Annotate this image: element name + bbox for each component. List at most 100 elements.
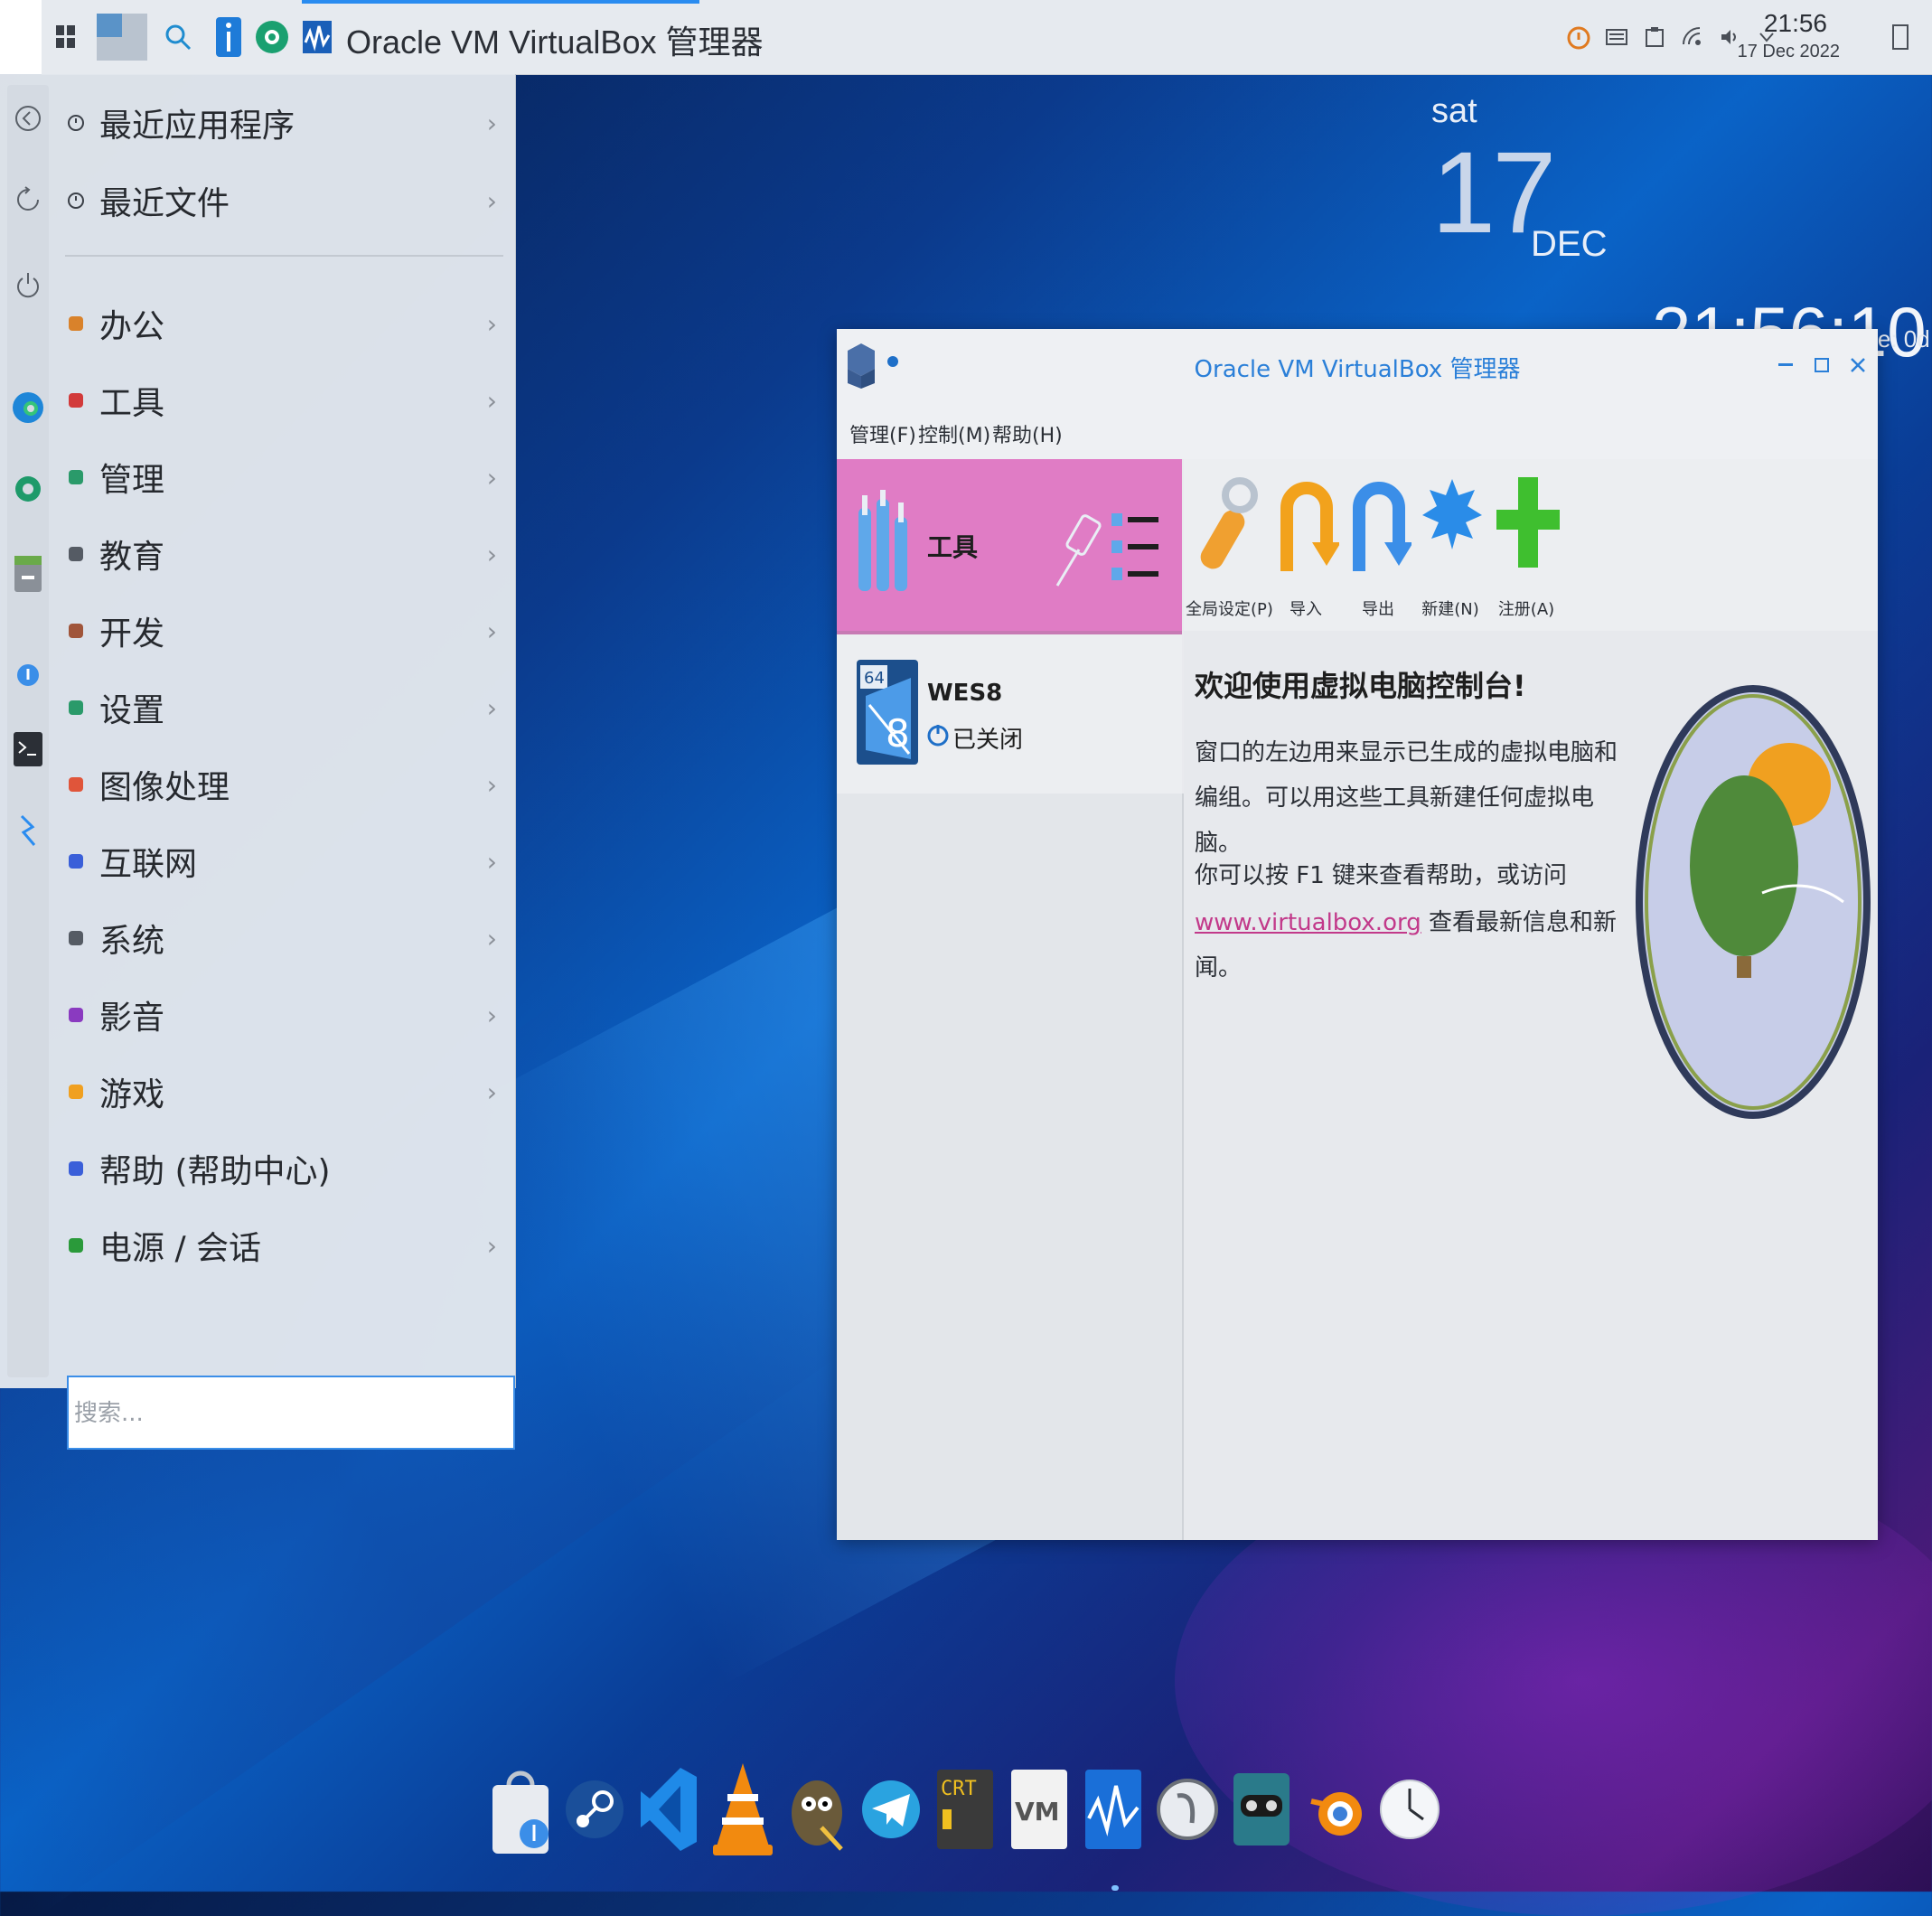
- power-icon[interactable]: [9, 266, 47, 304]
- welcome-pane: 欢迎使用虚拟电脑控制台! 窗口的左边用来显示已生成的虚拟电脑和编组。可以用这些工…: [1184, 631, 1878, 1540]
- powered-off-icon: [927, 721, 949, 754]
- menu-item-12[interactable]: 电源 / 会话 ›: [56, 1213, 508, 1278]
- clock-app-icon[interactable]: [1375, 1759, 1444, 1860]
- menu-search-field[interactable]: [67, 1376, 521, 1450]
- tools-item[interactable]: 工具: [837, 459, 1182, 634]
- vm-list-item[interactable]: 64 8 WES8 已关闭: [837, 634, 1182, 795]
- close-icon[interactable]: [1845, 352, 1871, 378]
- power-icon: [61, 1231, 90, 1260]
- menu-item-2[interactable]: 管理 ›: [56, 445, 508, 510]
- menu-item-9[interactable]: 影音 ›: [56, 982, 508, 1047]
- welcome-balloon-illustration: [1627, 685, 1871, 1119]
- menu-machine[interactable]: 控制(M): [918, 419, 990, 448]
- new-vm-button[interactable]: 新建(N): [1411, 459, 1489, 631]
- software-store-icon[interactable]: [486, 1759, 555, 1860]
- menu-item-7[interactable]: 互联网 ›: [56, 829, 508, 894]
- register-button[interactable]: 注册(A): [1487, 459, 1565, 631]
- minimize-icon[interactable]: [1773, 352, 1798, 378]
- menu-item-4[interactable]: 开发 ›: [56, 598, 508, 663]
- widget-month: DEC: [1531, 224, 1608, 264]
- menu-item-6[interactable]: 图像处理 ›: [56, 752, 508, 817]
- tools-label: 工具: [927, 532, 979, 562]
- securecrt-icon[interactable]: CRT: [931, 1759, 999, 1860]
- vm-list-empty-area[interactable]: [837, 794, 1184, 1540]
- show-desktop-icon[interactable]: [1885, 22, 1916, 52]
- terminal-icon[interactable]: [9, 730, 47, 768]
- keyboard-icon[interactable]: [1601, 22, 1632, 52]
- virtualbox-monitor-icon[interactable]: [1079, 1759, 1148, 1860]
- menu-item-label: 游戏: [99, 1076, 165, 1113]
- menu-item-3[interactable]: 教育 ›: [56, 521, 508, 587]
- export-button[interactable]: 导出: [1339, 459, 1417, 631]
- settings-gear-icon[interactable]: [9, 470, 47, 508]
- steam-icon[interactable]: [560, 1759, 629, 1860]
- vlc-icon[interactable]: [708, 1759, 777, 1860]
- download-icon[interactable]: [9, 656, 47, 694]
- app-grid-icon[interactable]: [45, 14, 87, 60]
- virtualbox-icon[interactable]: [296, 14, 338, 60]
- kde-connect-icon[interactable]: [9, 812, 47, 850]
- welcome-title: 欢迎使用虚拟电脑控制台!: [1195, 669, 1526, 703]
- menu-help[interactable]: 帮助(H): [992, 419, 1063, 448]
- update-icon[interactable]: [1563, 22, 1594, 52]
- chevron-right-icon: ›: [486, 108, 497, 138]
- menu-file[interactable]: 管理(F): [849, 419, 916, 448]
- menu-item-recent-files[interactable]: 最近文件 ›: [56, 168, 508, 233]
- help-icon: [61, 1154, 90, 1183]
- virtualbox-link[interactable]: www.virtualbox.org: [1195, 909, 1421, 936]
- task-title[interactable]: Oracle VM VirtualBox 管理器: [346, 16, 763, 63]
- tools-toolbar: 全局设定(P) 导入 导出 新建(N) 注册(A): [1184, 459, 1878, 631]
- svg-text:CRT: CRT: [941, 1778, 977, 1800]
- menu-item-recent-apps[interactable]: 最近应用程序 ›: [56, 90, 508, 155]
- chevron-right-icon: ›: [486, 1076, 497, 1107]
- search-icon[interactable]: [157, 14, 199, 60]
- welcome-paragraph-2: 你可以按 F1 键来查看帮助，或访问: [1195, 862, 1568, 889]
- network-icon[interactable]: [1677, 22, 1708, 52]
- menu-item-0[interactable]: 办公 ›: [56, 291, 508, 356]
- info-icon[interactable]: [208, 14, 249, 60]
- chevron-right-icon: ›: [486, 385, 497, 416]
- clock-time[interactable]: 21:56: [1764, 9, 1827, 38]
- menu-item-label: 影音: [99, 1000, 165, 1037]
- window-titlebar[interactable]: Oracle VM VirtualBox 管理器: [837, 329, 1878, 405]
- menu-item-label: 办公: [99, 308, 165, 345]
- back-icon[interactable]: [9, 99, 47, 137]
- gear-icon: [61, 693, 90, 722]
- menu-item-10[interactable]: 游戏 ›: [56, 1059, 508, 1124]
- window-title: Oracle VM VirtualBox 管理器: [1194, 356, 1521, 383]
- tracker-icon[interactable]: [1153, 1759, 1222, 1860]
- menu-item-5[interactable]: 设置 ›: [56, 675, 508, 740]
- global-settings-button[interactable]: 全局设定(P): [1186, 459, 1273, 631]
- menu-item-label: 互联网: [99, 846, 198, 883]
- welcome-paragraph-1: 窗口的左边用来显示已生成的虚拟电脑和编组。可以用这些工具新建任何虚拟电脑。: [1195, 739, 1618, 857]
- blender-icon[interactable]: [1301, 1759, 1370, 1860]
- refresh-icon[interactable]: [9, 181, 47, 219]
- search-input[interactable]: [69, 1377, 521, 1450]
- edge-browser-icon[interactable]: [9, 389, 47, 427]
- tape-recorder-icon[interactable]: [1227, 1759, 1296, 1860]
- chevron-right-icon: ›: [486, 462, 497, 493]
- steam-like-icon[interactable]: [251, 14, 293, 60]
- menu-divider: [65, 255, 503, 257]
- import-button[interactable]: 导入: [1267, 459, 1345, 631]
- archive-icon[interactable]: [9, 555, 47, 593]
- pin-icon[interactable]: [1052, 504, 1106, 595]
- menu-item-1[interactable]: 工具 ›: [56, 368, 508, 433]
- clipboard-icon[interactable]: [1639, 22, 1670, 52]
- telegram-icon[interactable]: [857, 1759, 925, 1860]
- maximize-icon[interactable]: [1809, 352, 1834, 378]
- gimp-icon[interactable]: [783, 1759, 851, 1860]
- welcome-paragraph-3: www.virtualbox.org 查看最新信息和新闻。: [1195, 900, 1619, 991]
- vm-name: WES8: [927, 680, 1003, 707]
- toolbar-label: 全局设定(P): [1186, 600, 1273, 619]
- briefcase-icon: [61, 309, 90, 338]
- vmware-icon[interactable]: VM: [1005, 1759, 1074, 1860]
- pager-icon[interactable]: [96, 14, 148, 61]
- gamepad-icon: [61, 1077, 90, 1106]
- vscode-icon[interactable]: [634, 1759, 703, 1860]
- chevron-right-icon: ›: [486, 308, 497, 339]
- menu-item-8[interactable]: 系统 ›: [56, 906, 508, 971]
- menu-item-11[interactable]: 帮助 (帮助中心): [56, 1136, 508, 1201]
- clock-date[interactable]: 17 Dec 2022: [1738, 42, 1840, 62]
- list-view-icon[interactable]: [1110, 510, 1160, 589]
